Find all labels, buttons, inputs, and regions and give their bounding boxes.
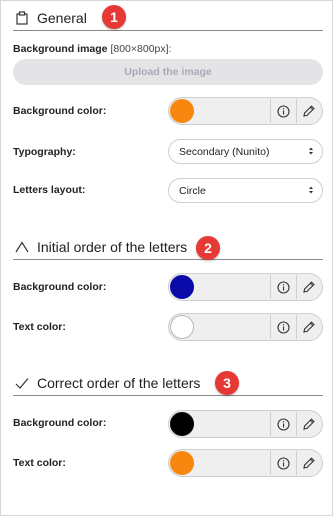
typography-label: Typography: <box>13 146 76 158</box>
general-background-color-label: Background color: <box>13 105 107 117</box>
updown-caret-icon <box>309 186 313 194</box>
section-correct-header: Correct order of the letters <box>13 370 323 396</box>
typography-select[interactable]: Secondary (Nunito) <box>168 139 323 164</box>
letters-layout-value: Circle <box>179 184 206 197</box>
section-initial-header: Initial order of the letters <box>13 234 323 260</box>
step-badge-1: 1 <box>102 5 126 29</box>
info-icon[interactable] <box>270 315 295 339</box>
pencil-icon[interactable] <box>296 412 321 436</box>
color-swatch[interactable] <box>170 99 194 123</box>
step-badge-3: 3 <box>215 371 239 395</box>
clipboard-icon <box>13 9 31 27</box>
correct-text-color-picker[interactable] <box>168 449 323 477</box>
color-swatch[interactable] <box>170 412 194 436</box>
general-background-color-picker[interactable] <box>168 97 323 125</box>
step-badge-2: 2 <box>196 236 220 260</box>
upload-image-button[interactable]: Upload the image <box>13 59 323 85</box>
initial-background-color-label: Background color: <box>13 281 107 293</box>
info-icon[interactable] <box>270 275 295 299</box>
info-icon[interactable] <box>270 99 295 123</box>
pencil-icon[interactable] <box>296 275 321 299</box>
color-swatch[interactable] <box>170 275 194 299</box>
section-general-header: General <box>13 5 323 31</box>
caret-up-icon <box>13 238 31 256</box>
letters-layout-select[interactable]: Circle <box>168 178 323 203</box>
initial-text-color-picker[interactable] <box>168 313 323 341</box>
correct-background-color-label: Background color: <box>13 417 107 429</box>
info-icon[interactable] <box>270 412 295 436</box>
info-icon[interactable] <box>270 451 295 475</box>
initial-background-color-picker[interactable] <box>168 273 323 301</box>
color-swatch[interactable] <box>170 451 194 475</box>
letters-layout-label: Letters layout: <box>13 184 86 196</box>
background-image-label: Background image [800×800px]: <box>13 43 172 55</box>
correct-text-color-label: Text color: <box>13 457 66 469</box>
pencil-icon[interactable] <box>296 315 321 339</box>
updown-caret-icon <box>309 147 313 155</box>
pencil-icon[interactable] <box>296 99 321 123</box>
correct-background-color-picker[interactable] <box>168 410 323 438</box>
section-initial-title: Initial order of the letters <box>37 238 188 255</box>
section-general-title: General <box>37 9 87 26</box>
section-correct-title: Correct order of the letters <box>37 374 201 391</box>
initial-text-color-label: Text color: <box>13 321 66 333</box>
settings-panel: General 1 Background image [800×800px]: … <box>0 0 333 516</box>
typography-value: Secondary (Nunito) <box>179 145 270 158</box>
pencil-icon[interactable] <box>296 451 321 475</box>
color-swatch[interactable] <box>170 315 194 339</box>
checkmark-icon <box>13 374 31 392</box>
